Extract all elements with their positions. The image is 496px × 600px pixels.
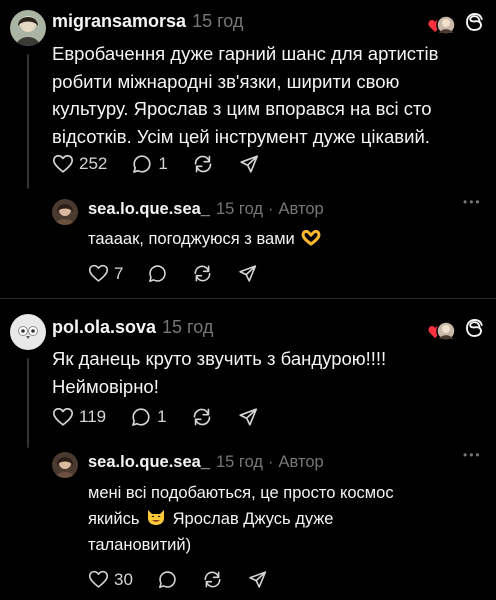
threads-logo-icon[interactable] [464, 11, 486, 38]
heart-icon [52, 406, 74, 428]
repost-button[interactable] [192, 153, 214, 175]
repost-icon [192, 153, 214, 175]
username[interactable]: migransamorsa [52, 11, 186, 32]
thread-connector-line [27, 358, 29, 448]
comment-icon [157, 569, 178, 590]
comment-button[interactable] [147, 263, 168, 284]
repost-button[interactable] [202, 569, 223, 590]
post-corner-icons [428, 317, 486, 344]
reply-actions: 30 [88, 569, 292, 590]
avatar[interactable] [52, 199, 78, 225]
text-line: відсотків. Усім цей інструмент дуже ціка… [52, 125, 430, 147]
username[interactable]: sea.lo.que.sea_ [88, 453, 210, 472]
timestamp: 15 год [192, 11, 244, 31]
comment-icon [130, 406, 152, 428]
share-icon [247, 569, 268, 590]
share-icon [237, 406, 259, 428]
like-count: 119 [79, 407, 107, 426]
post-text: Як данець круто звучить з бандурою!!!! Н… [52, 345, 386, 400]
text-line: Як данець круто звучить з бандурою!!!! [52, 348, 387, 369]
post-header: pol.ola.sova 15 год [52, 317, 213, 338]
repost-icon [192, 263, 213, 284]
timestamp: 15 год [216, 200, 264, 218]
post-text: Евробачення дуже гарний шанс для артисті… [52, 40, 438, 150]
repost-icon [202, 569, 223, 590]
text-line: робити міжнародні зв'язки, ширити свою [52, 70, 400, 92]
share-button[interactable] [238, 153, 260, 175]
share-button[interactable] [237, 263, 258, 284]
heart-icon [88, 263, 109, 284]
share-icon [237, 263, 258, 284]
post-corner-icons [428, 11, 486, 38]
post-actions: 119 1 [52, 406, 283, 428]
divider [0, 298, 496, 299]
text-line: мені всі подобаються, це просто космос [88, 484, 394, 502]
reply-count: 1 [158, 154, 168, 173]
repost-button[interactable] [192, 263, 213, 284]
author-label: Автор [278, 200, 324, 218]
reply-count: 1 [157, 407, 167, 426]
separator: · [268, 200, 274, 218]
reply-header: sea.lo.que.sea_ 15 год · Автор [88, 200, 324, 219]
avatar[interactable] [10, 314, 46, 350]
like-button[interactable]: 7 [88, 263, 123, 284]
like-count: 30 [114, 569, 133, 589]
like-button[interactable]: 30 [88, 569, 133, 590]
text-line: культуру. Ярослав з цим впорався на всі … [52, 98, 432, 119]
separator: · [268, 453, 274, 471]
reply-actions: 7 [88, 263, 282, 284]
reply-text: тааaaк, погоджуюся з вами [88, 226, 323, 254]
text-line: Евробачення дуже гарний шанс для артисті… [52, 43, 439, 64]
share-icon [238, 153, 260, 175]
comment-button[interactable] [157, 569, 178, 590]
liked-by-author-icon [428, 14, 456, 36]
avatar[interactable] [10, 10, 46, 46]
username[interactable]: sea.lo.que.sea_ [88, 200, 210, 219]
post-header: migransamorsa 15 год [52, 11, 243, 32]
timestamp: 15 год [216, 453, 264, 471]
more-options-icon[interactable]: ••• [463, 195, 482, 209]
avatar[interactable] [52, 452, 78, 478]
like-count: 252 [79, 154, 108, 173]
share-button[interactable] [247, 569, 268, 590]
like-button[interactable]: 252 [52, 153, 107, 175]
like-button[interactable]: 119 [52, 406, 106, 428]
text-fragment: Ярослав Джусь дуже [172, 510, 334, 528]
like-count: 7 [114, 263, 124, 283]
heart-icon [52, 153, 74, 175]
text-line: якийсь Ярослав Джусь дуже [88, 506, 394, 532]
timestamp: 15 год [162, 317, 214, 337]
username[interactable]: pol.ola.sova [52, 317, 156, 338]
threads-logo-icon[interactable] [464, 317, 486, 344]
text-line: Неймовірно! [52, 375, 159, 397]
comment-button[interactable]: 1 [130, 406, 167, 428]
text-line: тааaaк, погоджуюся з вами [88, 230, 295, 248]
author-label: Автор [278, 453, 324, 471]
thread-connector-line [27, 54, 29, 189]
liked-by-author-icon [428, 320, 456, 342]
comment-icon [147, 263, 168, 284]
comment-icon [131, 153, 153, 175]
heart-icon [88, 569, 109, 590]
text-fragment: якийсь [88, 510, 140, 528]
share-button[interactable] [237, 406, 259, 428]
repost-button[interactable] [191, 406, 213, 428]
text-line: талановитий) [88, 536, 192, 554]
post-actions: 252 1 [52, 153, 284, 175]
more-options-icon[interactable]: ••• [463, 448, 482, 462]
heart-hands-emoji [301, 227, 321, 247]
reply-header: sea.lo.que.sea_ 15 год · Автор [88, 453, 324, 472]
repost-icon [191, 406, 213, 428]
reply-text: мені всі подобаються, це просто космос я… [88, 480, 394, 558]
smiling-cat-emoji [146, 507, 166, 527]
comment-button[interactable]: 1 [131, 153, 168, 175]
